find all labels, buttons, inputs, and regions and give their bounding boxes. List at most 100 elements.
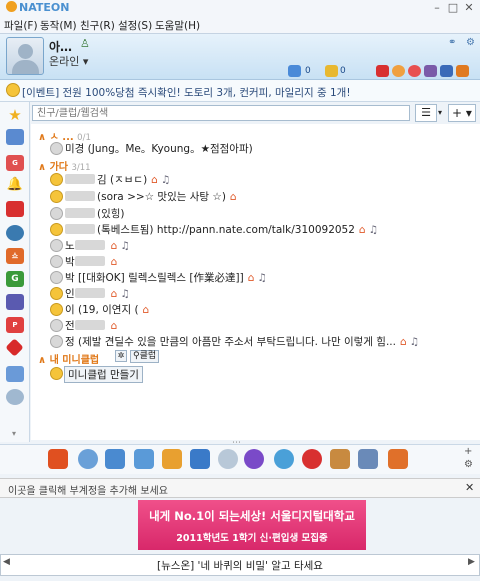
- list-item[interactable]: 박 [[대화OK] 릴렉스릴렉스 [作業必達]] ⌂ ♫: [50, 270, 470, 286]
- map-icon[interactable]: [302, 449, 322, 469]
- home-icon: ⌂: [110, 240, 118, 252]
- mail-icon[interactable]: [288, 65, 301, 77]
- note-icon[interactable]: [162, 449, 182, 469]
- list-item[interactable]: 미경 (Jung。Me。Kyoung。★점점아파): [50, 141, 470, 157]
- list-item[interactable]: 박 ⌂: [50, 254, 470, 270]
- menu-help[interactable]: 도움말(H): [155, 18, 200, 33]
- list-item[interactable]: 이 (19, 이연지 (⌂: [50, 302, 470, 318]
- home-icon: ⌂: [151, 174, 158, 186]
- game-icon[interactable]: G: [6, 155, 24, 171]
- gear-icon[interactable]: ⚙: [464, 459, 473, 470]
- make-miniclub-button[interactable]: 미니클럽 만들기: [64, 366, 143, 383]
- list-item[interactable]: 전 ⌂: [50, 318, 470, 334]
- minimize-button[interactable]: –: [430, 1, 444, 14]
- list-item[interactable]: 인 ⌂ ♫: [50, 286, 470, 302]
- movie-icon[interactable]: [6, 294, 24, 310]
- music-note-icon: ♫: [368, 224, 379, 236]
- list-item[interactable]: (있힝): [50, 206, 470, 222]
- close-button[interactable]: ✕: [462, 1, 476, 14]
- phone-icon[interactable]: [134, 449, 154, 469]
- settings-icon[interactable]: [6, 389, 24, 405]
- character-icon[interactable]: [244, 449, 264, 469]
- memo-icon[interactable]: [325, 65, 338, 77]
- news-next-icon[interactable]: ▶: [468, 557, 475, 567]
- tools-icon[interactable]: [330, 449, 350, 469]
- chat-icon[interactable]: [6, 129, 24, 145]
- bell-icon[interactable]: 🔔: [6, 177, 24, 193]
- chevron-down-icon[interactable]: ▾: [438, 108, 442, 117]
- bottom-toolbar: [0, 444, 480, 474]
- connect-icon[interactable]: ⚭: [448, 37, 456, 48]
- status-icon: [50, 142, 63, 155]
- mail-box-icon[interactable]: [6, 366, 24, 382]
- group-header[interactable]: ∧ 가다 3/11: [38, 158, 91, 173]
- list-item[interactable]: 노 ⌂ ♫: [50, 238, 470, 254]
- favorites-star-icon[interactable]: ★: [6, 107, 24, 123]
- music-icon[interactable]: [6, 225, 24, 241]
- figure-icon: ♙: [80, 37, 90, 50]
- menu-settings[interactable]: 설정(S): [118, 18, 152, 33]
- list-item[interactable]: (톡베스트됨) http://pann.nate.com/talk/310092…: [50, 222, 470, 238]
- menu-friend[interactable]: 친구(R): [80, 18, 115, 33]
- club-search-button[interactable]: ⚲클럽: [130, 350, 160, 363]
- list-item[interactable]: 정 (제발 견딜수 있을 만큼의 아픔만 주소서 부탁드립니다. 나만 이렇게 …: [50, 334, 470, 350]
- list-item[interactable]: 김 (ㅈㅂㄷ) ⌂ ♫: [50, 172, 470, 188]
- memo-count: 0: [340, 66, 346, 76]
- sidebar-more-icon[interactable]: ▾: [12, 429, 16, 438]
- ad-banner[interactable]: 내게 No.1이 되는세상! 서울디지털대학교 2011학년도 1학기 신·편입…: [138, 500, 366, 550]
- dictionary-icon[interactable]: [388, 449, 408, 469]
- music-note-icon: ♫: [409, 336, 420, 348]
- home-icon: ⌂: [399, 336, 407, 348]
- nate-tv-icon[interactable]: [48, 449, 68, 469]
- close-icon[interactable]: ✕: [465, 481, 474, 494]
- nate-n-icon[interactable]: [440, 65, 453, 77]
- title-bar: NATEON – □ ✕: [0, 0, 480, 16]
- add-tool-icon[interactable]: +: [464, 446, 472, 457]
- cyworld-icon[interactable]: [78, 449, 98, 469]
- status-icon: [50, 335, 63, 348]
- options-icon[interactable]: ⚙: [466, 37, 475, 48]
- play-icon[interactable]: [274, 449, 294, 469]
- home-icon: ⌂: [247, 272, 255, 284]
- music-note-icon: ♫: [120, 240, 130, 252]
- minihompy-icon[interactable]: [424, 65, 437, 77]
- magnifier-icon: ⚲: [133, 351, 140, 361]
- checklist-icon[interactable]: [358, 449, 378, 469]
- status-icon: [50, 190, 63, 203]
- mail-count: 0: [305, 66, 311, 76]
- status-dropdown[interactable]: 온라인 ▾: [49, 53, 88, 69]
- sms-icon[interactable]: [105, 449, 125, 469]
- menu-file[interactable]: 파일(F): [4, 18, 38, 33]
- nateon-logo-icon: [6, 1, 17, 12]
- club-group-header[interactable]: ∧ 내 미니클럽: [38, 351, 99, 366]
- sub-account-text[interactable]: 이곳을 클릭해 부계정을 추가해 보세요: [8, 482, 168, 497]
- search-input[interactable]: [33, 106, 409, 121]
- search-toolbar-icon[interactable]: [218, 449, 238, 469]
- shopping-icon[interactable]: 쇼: [6, 248, 24, 264]
- news-prev-icon[interactable]: ◀: [3, 557, 10, 567]
- homepage-icon[interactable]: [408, 65, 421, 77]
- add-friend-button[interactable]: + ▾: [448, 104, 476, 122]
- news-text[interactable]: [뉴스온] '네 바퀴의 비밀' 알고 타세요: [0, 558, 480, 573]
- maximize-button[interactable]: □: [446, 1, 460, 14]
- app-title: NATEON: [19, 1, 70, 14]
- emoticon-icon[interactable]: [392, 65, 405, 77]
- pickle-icon[interactable]: P: [6, 317, 24, 333]
- banner-line2: 2011학년도 1학기 신·편입생 모집중: [176, 533, 328, 544]
- status-icon: [50, 239, 63, 252]
- search-box[interactable]: [32, 105, 410, 121]
- list-view-button[interactable]: ☰: [415, 104, 437, 122]
- menu-action[interactable]: 동작(M): [40, 18, 77, 33]
- status-icon: [50, 207, 63, 220]
- notice-text[interactable]: [이벤트] 전원 100%당첨 즉시확인! 도토리 3개, 컨커피, 마일리지 …: [22, 85, 351, 100]
- file-share-icon[interactable]: [190, 449, 210, 469]
- gmarket-icon[interactable]: G: [6, 271, 24, 287]
- list-item[interactable]: (sora >>☆ 맛있는 사탕 ☆) ⌂: [50, 189, 470, 205]
- avatar[interactable]: [6, 37, 44, 75]
- menu-bar: 파일(F) 동작(M) 친구(R) 설정(S) 도움말(H): [0, 16, 480, 34]
- gift-icon[interactable]: [376, 65, 389, 77]
- club-settings-icon[interactable]: ✲: [115, 350, 127, 362]
- status-icon: [50, 255, 63, 268]
- alert-icon[interactable]: [6, 201, 24, 217]
- blog-icon[interactable]: [456, 65, 469, 77]
